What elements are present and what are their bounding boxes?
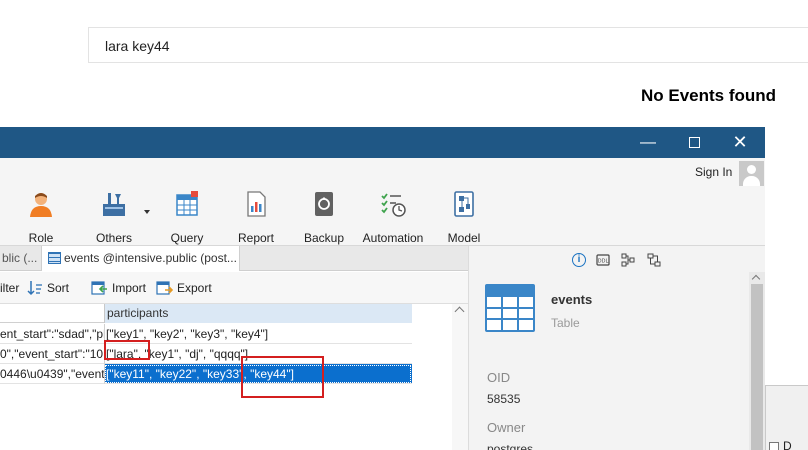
filter-button[interactable]: ilter (0, 281, 19, 295)
oid-value: 58535 (487, 392, 521, 406)
table-large-icon (485, 284, 535, 332)
object-type: Table (551, 316, 580, 330)
maximize-icon (688, 137, 700, 149)
table-icon (48, 252, 61, 264)
object-info-panel: i DDL events Table OID 58535 Owner postg… (468, 246, 765, 450)
report-icon (247, 191, 266, 217)
ribbon-report-button[interactable]: Report (237, 190, 275, 245)
column-header-participants[interactable]: participants (104, 304, 412, 323)
dialog-text: D (783, 439, 792, 450)
role-user-icon (30, 193, 52, 217)
owner-label: Owner (487, 420, 526, 435)
grid-cell[interactable]: ent_start":"sdad","pl (0, 324, 104, 344)
automation-icon (381, 193, 406, 217)
ribbon-others-button[interactable]: Others (95, 190, 133, 245)
backup-icon (315, 192, 333, 216)
export-icon (156, 281, 173, 295)
ribbon-backup-button[interactable]: Backup (303, 190, 345, 245)
owner-value: postgres (487, 442, 534, 450)
import-icon (91, 281, 107, 295)
tab-public-table[interactable]: blic (... (0, 246, 42, 271)
ribbon-role-button[interactable]: Role (24, 190, 58, 245)
dependency-icon[interactable] (621, 253, 635, 267)
svg-text:DDL: DDL (598, 259, 609, 265)
chevron-up-icon (454, 306, 465, 317)
others-tools-icon (103, 193, 125, 216)
sort-icon (27, 281, 42, 296)
grid-cell[interactable]: 0","event_start":"10 (0, 344, 104, 364)
import-button[interactable]: Import (112, 281, 146, 295)
table-row[interactable]: ent_start":"sdad","pl ["key1", "key2", "… (0, 324, 412, 344)
grid-header: participants (0, 304, 412, 323)
tab-events[interactable]: events @intensive.public (post... (42, 246, 240, 271)
title-bar: — ✕ (0, 127, 765, 158)
minimize-button[interactable]: — (625, 127, 671, 158)
object-name: events (551, 292, 593, 307)
er-diagram-icon[interactable] (647, 253, 661, 267)
ribbon-query-button[interactable]: Query (170, 190, 204, 245)
sort-button[interactable]: Sort (47, 281, 69, 295)
table-row-selected[interactable]: 0446\u0439","event ["key11", "key22", "k… (0, 364, 412, 384)
highlight-box-lara (104, 340, 150, 360)
panel-scrollbar-thumb[interactable] (751, 284, 763, 450)
export-button[interactable]: Export (177, 281, 212, 295)
grid-scrollbar[interactable] (452, 304, 468, 450)
info-icon[interactable]: i (572, 253, 586, 267)
highlight-box-key44 (241, 356, 324, 398)
data-toolbar: ilter Sort Import Export (0, 272, 468, 304)
chevron-up-icon (751, 274, 761, 284)
model-icon (454, 191, 474, 217)
search-input-value: lara key44 (105, 38, 170, 54)
oid-label: OID (487, 370, 511, 385)
grid-cell[interactable]: ["key1", "key2", "key3", "key4"] (104, 324, 412, 344)
ribbon-model-button[interactable]: Model (446, 190, 482, 245)
query-table-icon (176, 191, 198, 216)
app-window: — ✕ Sign In Role Others Query Report Bac… (0, 127, 765, 450)
tab-strip: blic (... events @intensive.public (post… (0, 246, 468, 271)
ribbon-toolbar: Sign In Role Others Query Report Backup … (0, 158, 765, 246)
background-dialog: D (765, 385, 808, 450)
close-button[interactable]: ✕ (717, 127, 763, 158)
chevron-down-icon[interactable] (144, 210, 150, 214)
grid-cell[interactable]: 0446\u0439","event (0, 364, 104, 384)
maximize-button[interactable] (671, 127, 717, 158)
sign-in-link[interactable]: Sign In (695, 165, 732, 179)
data-grid: participants ent_start":"sdad","pl ["key… (0, 304, 452, 450)
ddl-icon[interactable]: DDL (596, 253, 610, 267)
panel-scrollbar[interactable] (749, 272, 765, 450)
ribbon-automation-button[interactable]: Automation (360, 190, 426, 245)
empty-state-message: No Events found (641, 86, 777, 105)
avatar[interactable] (739, 161, 764, 186)
table-row[interactable]: 0","event_start":"10 ["lara", "key1", "d… (0, 344, 412, 364)
dialog-checkbox[interactable] (769, 442, 779, 450)
search-input[interactable]: lara key44 (88, 27, 808, 63)
